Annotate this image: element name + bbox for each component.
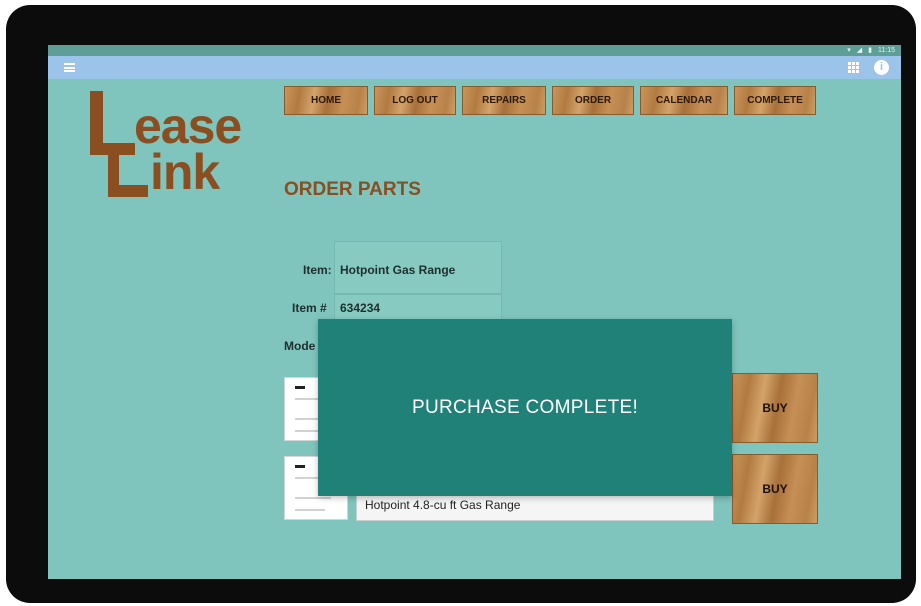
wifi-icon: ▾ xyxy=(847,47,851,54)
nav-home-button[interactable]: HOME xyxy=(284,86,368,115)
nav-repairs-button[interactable]: REPAIRS xyxy=(462,86,546,115)
buy-button[interactable]: BUY xyxy=(732,454,818,524)
nav-complete-button[interactable]: COMPLETE xyxy=(734,86,816,115)
item-value: Hotpoint Gas Range xyxy=(340,263,456,277)
battery-icon: ▮ xyxy=(868,47,872,54)
menu-icon[interactable] xyxy=(64,63,75,72)
nav-logout-button[interactable]: LOG OUT xyxy=(374,86,456,115)
status-bar: ▾ ◢ ▮ 11:15 xyxy=(48,45,901,56)
info-icon[interactable]: i xyxy=(874,60,889,75)
buy-button[interactable]: BUY xyxy=(732,373,818,443)
purchase-complete-toast: PURCHASE COMPLETE! xyxy=(318,319,732,496)
tablet-frame: ▾ ◢ ▮ 11:15 i ease ink HOME LOG OUT REPA… xyxy=(6,5,916,603)
status-time: 11:15 xyxy=(878,47,895,54)
model-label: Mode xyxy=(284,339,316,353)
logo-word-ink: ink xyxy=(150,144,220,200)
item-label: Item: xyxy=(303,263,332,277)
lease-link-logo: ease ink xyxy=(90,91,250,206)
grid-icon[interactable] xyxy=(848,62,859,73)
main-nav: HOME LOG OUT REPAIRS ORDER CALENDAR COMP… xyxy=(284,86,816,115)
app-bar: i xyxy=(48,56,901,79)
nav-order-button[interactable]: ORDER xyxy=(552,86,634,115)
item-number-value: 634234 xyxy=(340,301,381,315)
page-title: ORDER PARTS xyxy=(284,179,421,200)
signal-icon: ◢ xyxy=(856,47,863,54)
app-screen: ▾ ◢ ▮ 11:15 i ease ink HOME LOG OUT REPA… xyxy=(48,45,901,579)
nav-calendar-button[interactable]: CALENDAR xyxy=(640,86,728,115)
item-number-label: Item # xyxy=(292,301,327,315)
